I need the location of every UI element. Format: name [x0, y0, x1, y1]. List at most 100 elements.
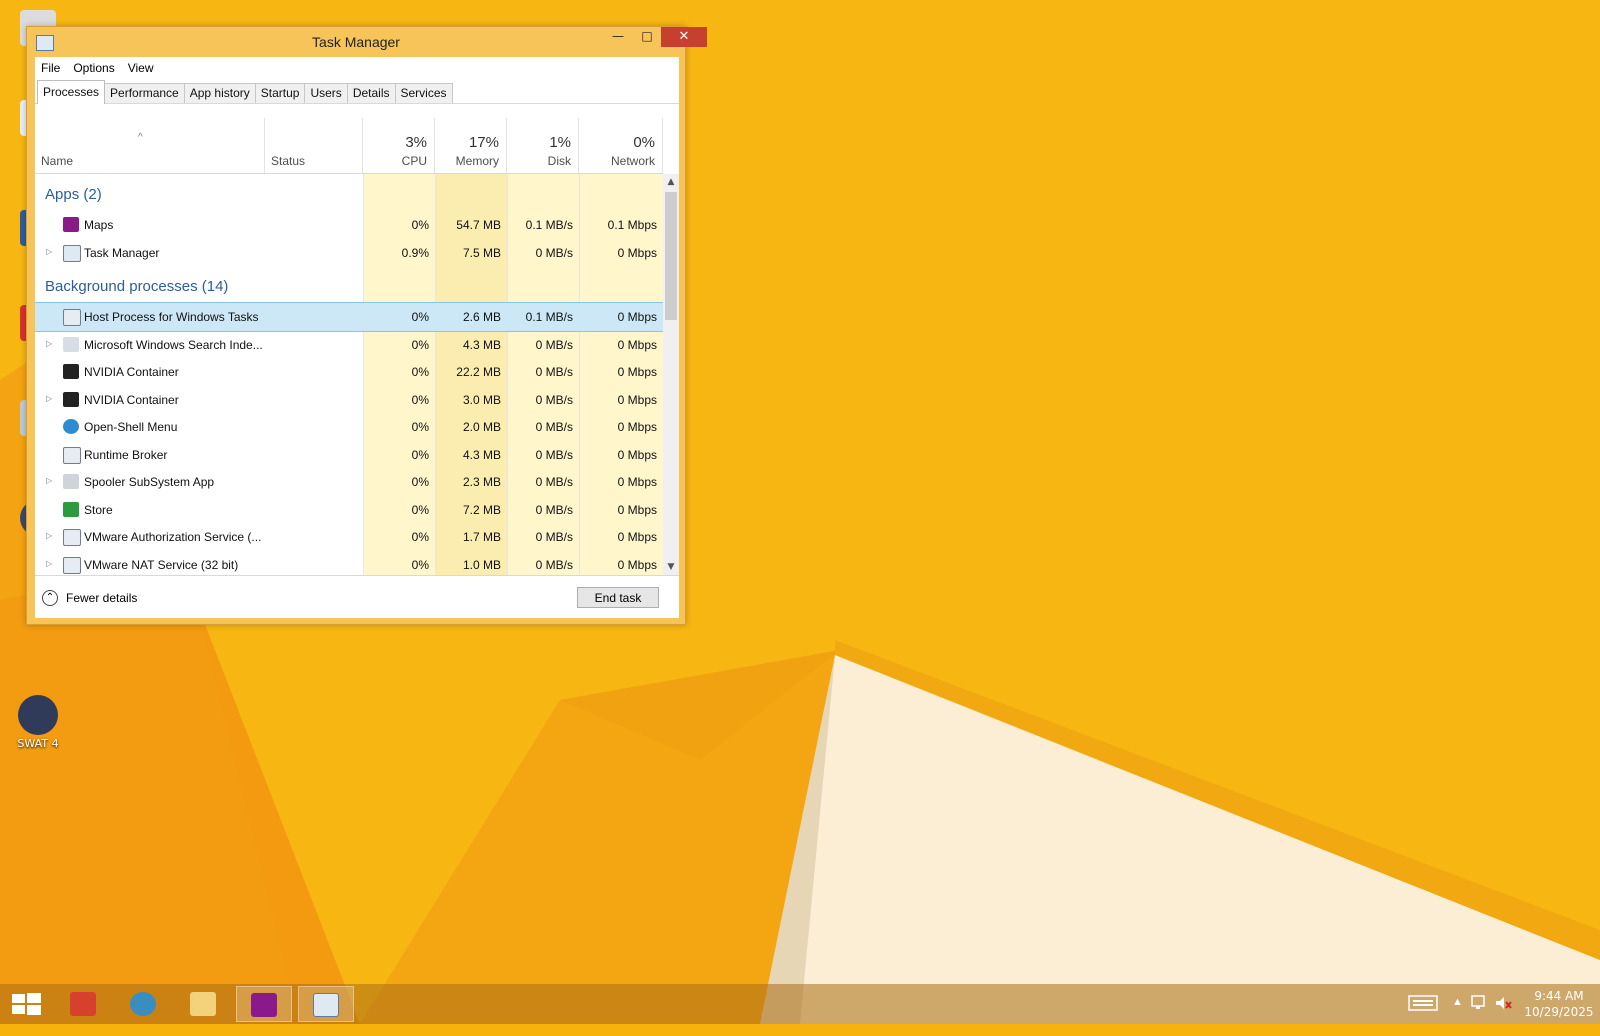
process-cpu: 0%: [411, 365, 429, 379]
tab-details[interactable]: Details: [346, 83, 396, 103]
process-memory: 2.6 MB: [462, 310, 501, 324]
start-button[interactable]: [0, 986, 56, 1022]
taskbar-file-explorer[interactable]: [176, 986, 232, 1022]
scroll-thumb[interactable]: [665, 192, 677, 320]
vertical-scrollbar[interactable]: ▲ ▼: [663, 174, 679, 575]
process-network: 0 Mbps: [617, 502, 657, 517]
tab-services[interactable]: Services: [394, 83, 453, 103]
column-header-row: ^ Name Status 3% CPU 17% Memory 1% Disk …: [35, 118, 663, 174]
store-icon: [63, 501, 79, 517]
taskbar-maps[interactable]: [236, 986, 292, 1022]
column-header-network[interactable]: 0% Network: [579, 118, 663, 173]
process-cpu: 0%: [411, 218, 429, 232]
column-header-cpu[interactable]: 3% CPU: [363, 118, 435, 173]
minimize-button[interactable]: —: [603, 27, 633, 47]
expand-arrow-icon[interactable]: ▷: [46, 339, 52, 348]
column-percent: 17%: [468, 134, 499, 151]
process-name: Store: [84, 502, 113, 517]
process-network: 0 Mbps: [617, 337, 657, 352]
network-status-icon[interactable]: [1470, 994, 1488, 1034]
folder-icon: [190, 992, 216, 1016]
process-cpu: 0%: [411, 475, 429, 489]
process-cpu: 0%: [411, 502, 429, 517]
window-app-icon: [63, 556, 81, 574]
process-row[interactable]: ▷ VMware Authorization Service (... 0% 1.7 …: [35, 523, 663, 551]
tab-startup[interactable]: Startup: [254, 83, 306, 103]
expand-arrow-icon[interactable]: ▷: [46, 559, 52, 568]
close-button[interactable]: ✕: [661, 27, 707, 47]
desktop-icon-swat4[interactable]: SWAT 4: [8, 695, 68, 750]
menu-view[interactable]: View: [128, 61, 154, 75]
expand-arrow-icon[interactable]: ▷: [46, 394, 52, 403]
process-cpu: 0%: [411, 337, 429, 352]
fewer-details-button[interactable]: ⌃ Fewer details: [42, 590, 137, 606]
maximize-button[interactable]: □: [632, 27, 662, 47]
process-row[interactable]: Open-Shell Menu 0% 2.0 MB 0 MB/s 0 Mbps: [35, 413, 663, 441]
tab-app-history[interactable]: App history: [183, 83, 256, 103]
process-network: 0 Mbps: [617, 557, 657, 572]
process-row[interactable]: NVIDIA Container 0% 22.2 MB 0 MB/s 0 Mbps: [35, 358, 663, 386]
process-row[interactable]: Store 0% 7.2 MB 0 MB/s 0 Mbps: [35, 496, 663, 524]
group-header-apps[interactable]: Apps (2): [45, 186, 102, 203]
process-disk: 0 MB/s: [535, 447, 573, 462]
process-row[interactable]: Runtime Broker 0% 4.3 MB 0 MB/s 0 Mbps: [35, 441, 663, 469]
process-network: 0.1 Mbps: [607, 218, 657, 232]
windows-logo-icon: [12, 993, 41, 1015]
process-name: Runtime Broker: [84, 447, 168, 462]
process-row[interactable]: ▷ Microsoft Windows Search Inde... 0% 4.3 M…: [35, 331, 663, 359]
process-row[interactable]: Host Process for Windows Tasks 0% 2.6 MB 0.…: [35, 302, 663, 332]
column-header-name[interactable]: ^ Name: [35, 118, 265, 173]
process-network: 0 Mbps: [617, 392, 657, 407]
taskbar-clock[interactable]: 9:44 AM 10/29/2025: [1524, 988, 1594, 1020]
group-header-background[interactable]: Background processes (14): [45, 278, 228, 295]
client-area: File Options View Processes Performance …: [35, 57, 679, 618]
sort-up-icon: ^: [138, 132, 143, 143]
taskbar: ▲ 9:44 AM 10/29/2025: [0, 984, 1600, 1024]
process-name: Task Manager: [84, 245, 160, 260]
process-network: 0 Mbps: [617, 475, 657, 489]
process-name: Open-Shell Menu: [84, 420, 178, 434]
process-row[interactable]: ▷ VMware NAT Service (32 bit) 0% 1.0 MB 0 MB…: [35, 551, 663, 576]
process-name: Host Process for Windows Tasks: [84, 310, 259, 324]
process-cpu: 0%: [411, 447, 429, 462]
column-header-memory[interactable]: 17% Memory: [435, 118, 507, 173]
process-network: 0 Mbps: [617, 420, 657, 434]
tab-processes[interactable]: Processes: [37, 80, 106, 104]
process-row[interactable]: Maps 0% 54.7 MB 0.1 MB/s 0.1 Mbps: [35, 211, 663, 239]
taskbar-task-manager[interactable]: [298, 986, 354, 1022]
column-percent: 0%: [633, 134, 655, 151]
process-row[interactable]: ▷ Task Manager 0.9% 7.5 MB 0 MB/s 0 Mbps: [35, 239, 663, 267]
end-task-button[interactable]: End task: [577, 587, 659, 608]
process-name: Spooler SubSystem App: [84, 475, 215, 489]
show-hidden-icons-icon[interactable]: ▲: [1452, 996, 1463, 1036]
printer-icon: [63, 474, 79, 489]
process-network: 0 Mbps: [617, 310, 657, 324]
taskbar-app-1[interactable]: [56, 986, 112, 1022]
column-header-disk[interactable]: 1% Disk: [507, 118, 579, 173]
footer-bar: ⌃ Fewer details End task: [35, 575, 679, 619]
title-bar[interactable]: Task Manager — □ ✕: [27, 27, 707, 57]
scroll-down-arrow-icon[interactable]: ▼: [663, 559, 679, 575]
column-label: Status: [271, 154, 306, 168]
column-label: CPU: [401, 154, 427, 168]
expand-arrow-icon[interactable]: ▷: [46, 476, 52, 485]
scroll-up-arrow-icon[interactable]: ▲: [663, 174, 679, 190]
process-disk: 0 MB/s: [535, 420, 573, 434]
process-row[interactable]: ▷ NVIDIA Container 0% 3.0 MB 0 MB/s 0 Mbps: [35, 386, 663, 414]
column-header-status[interactable]: Status: [265, 118, 363, 173]
volume-muted-icon[interactable]: [1494, 994, 1512, 1034]
process-name: VMware Authorization Service (...: [84, 530, 262, 544]
window-app-icon: [63, 446, 81, 464]
tab-users[interactable]: Users: [304, 83, 348, 103]
menu-file[interactable]: File: [41, 61, 60, 75]
swat4-icon: [18, 695, 58, 735]
menu-options[interactable]: Options: [73, 61, 114, 75]
expand-arrow-icon[interactable]: ▷: [46, 247, 52, 256]
process-row[interactable]: ▷ Spooler SubSystem App 0% 2.3 MB 0 MB/s 0 Mb…: [35, 468, 663, 496]
tab-performance[interactable]: Performance: [104, 83, 185, 103]
nvidia-icon: [63, 391, 79, 407]
taskbar-browser[interactable]: [116, 986, 172, 1022]
expand-arrow-icon[interactable]: ▷: [46, 531, 52, 540]
keyboard-icon[interactable]: [1408, 994, 1438, 1034]
task-manager-icon: [313, 993, 339, 1017]
